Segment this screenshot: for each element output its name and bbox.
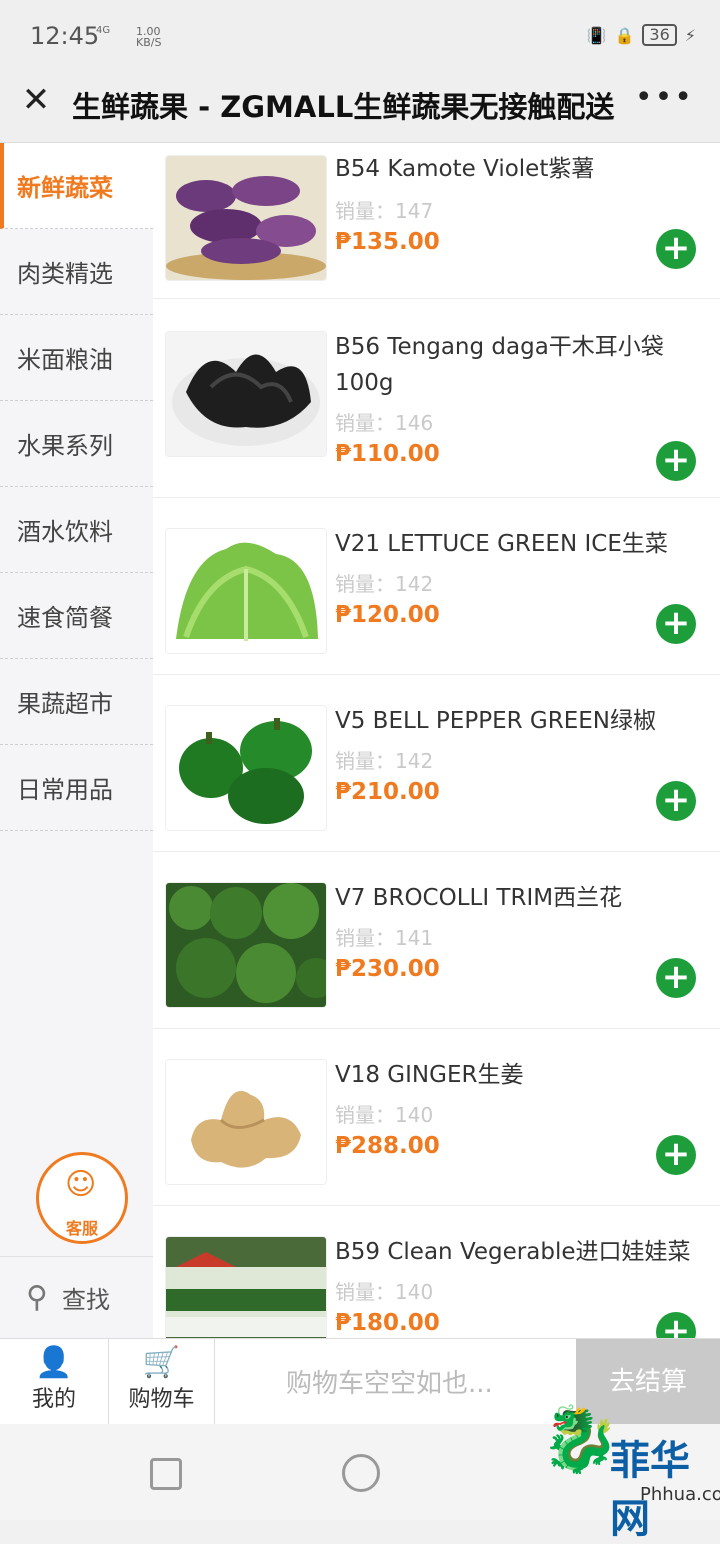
product-price: ₱120.00 <box>335 602 440 628</box>
product-image <box>165 331 327 457</box>
product-item[interactable]: B54 Kamote Violet紫薯 销量：147 ₱135.00 + <box>153 143 720 299</box>
home-icon[interactable] <box>342 1454 380 1492</box>
status-bar: 12:45 4G 1.00 KB/S 📳 🔒 36 ⚡ <box>0 0 720 70</box>
speed-unit: KB/S <box>136 36 162 49</box>
product-name: V5 BELL PEPPER GREEN绿椒 <box>335 708 656 734</box>
cart-icon: 🛒 <box>142 1345 181 1380</box>
product-price: ₱135.00 <box>335 229 440 255</box>
watermark-site: Phhua.com <box>640 1484 720 1505</box>
category-fruit[interactable]: 水果系列 <box>0 401 153 487</box>
category-drinks[interactable]: 酒水饮料 <box>0 487 153 573</box>
product-name: V7 BROCOLLI TRIM西兰花 <box>335 885 623 911</box>
add-to-cart-button[interactable]: + <box>656 1312 696 1338</box>
product-list: B54 Kamote Violet紫薯 销量：147 ₱135.00 + B56… <box>153 143 720 1338</box>
category-fast-food[interactable]: 速食简餐 <box>0 573 153 659</box>
product-item[interactable]: V21 LETTUCE GREEN ICE生菜 销量：142 ₱120.00 + <box>153 498 720 675</box>
product-image <box>165 705 327 831</box>
product-image <box>165 1059 327 1185</box>
product-price: ₱210.00 <box>335 779 440 805</box>
product-item[interactable]: V7 BROCOLLI TRIM西兰花 销量：141 ₱230.00 + <box>153 852 720 1029</box>
add-to-cart-button[interactable]: + <box>656 1135 696 1175</box>
tab-cart-label: 购物车 <box>128 1387 195 1412</box>
product-image <box>165 1236 327 1338</box>
product-name: B56 Tengang daga干木耳小袋100g <box>335 334 664 396</box>
search-icon: ⚲ <box>26 1280 48 1315</box>
customer-service-label: 客服 <box>65 1219 98 1238</box>
search-label: 查找 <box>61 1286 110 1314</box>
product-sales: 销量：142 <box>335 749 434 773</box>
category-meat[interactable]: 肉类精选 <box>0 229 153 315</box>
customer-service-button[interactable]: ☺ 客服 <box>36 1152 128 1244</box>
status-time: 12:45 <box>30 22 100 50</box>
product-sales: 销量：142 <box>335 572 434 596</box>
category-supermarket[interactable]: 果蔬超市 <box>0 659 153 745</box>
add-to-cart-button[interactable]: + <box>656 229 696 269</box>
vibrate-icon: 📳 <box>586 25 607 45</box>
status-icons: 📳 🔒 36 ⚡ <box>587 24 696 46</box>
product-sales: 销量：146 <box>335 411 434 435</box>
product-image <box>165 882 327 1008</box>
product-name: B59 Clean Vegerable进口娃娃菜 <box>335 1239 691 1265</box>
network-speed: 1.00 KB/S <box>136 26 161 48</box>
product-sales: 销量：147 <box>335 199 434 223</box>
product-sales: 销量：140 <box>335 1103 434 1127</box>
product-name: V21 LETTUCE GREEN ICE生菜 <box>335 531 668 557</box>
category-rice-noodle-oil[interactable]: 米面粮油 <box>0 315 153 401</box>
network-indicator: 4G <box>96 25 111 36</box>
add-to-cart-button[interactable]: + <box>656 781 696 821</box>
watermark: 🐉 菲华网 Phhua.com <box>540 1392 720 1542</box>
recent-apps-icon[interactable] <box>150 1458 182 1490</box>
charging-icon: ⚡ <box>684 25 696 45</box>
tab-cart[interactable]: 🛒 购物车 <box>109 1339 215 1425</box>
product-price: ₱180.00 <box>335 1310 440 1336</box>
add-to-cart-button[interactable]: + <box>656 604 696 644</box>
product-image <box>165 528 327 654</box>
product-item[interactable]: V18 GINGER生姜 销量：140 ₱288.00 + <box>153 1029 720 1206</box>
add-to-cart-button[interactable]: + <box>656 441 696 481</box>
category-daily-goods[interactable]: 日常用品 <box>0 745 153 831</box>
product-item[interactable]: B59 Clean Vegerable进口娃娃菜 销量：140 ₱180.00 … <box>153 1206 720 1338</box>
product-name: B54 Kamote Violet紫薯 <box>335 156 595 182</box>
close-icon[interactable]: ✕ <box>18 82 54 118</box>
battery-indicator: 36 <box>642 24 677 46</box>
headset-icon: ☺ <box>65 1167 97 1202</box>
category-fresh-vegetables[interactable]: 新鲜蔬菜 <box>0 143 153 229</box>
product-item[interactable]: B56 Tengang daga干木耳小袋100g 销量：146 ₱110.00… <box>153 299 720 498</box>
lock-rotation-icon: 🔒 <box>614 25 635 45</box>
tab-mine-label: 我的 <box>31 1387 76 1412</box>
dragon-logo-icon: 🐉 <box>540 1403 620 1477</box>
nav-header: ✕ 生鲜蔬果 - ZGMALL生鲜蔬果无接触配送 ••• <box>0 70 720 143</box>
more-icon[interactable]: ••• <box>635 80 694 115</box>
product-sales: 销量：140 <box>335 1280 434 1304</box>
product-item[interactable]: V5 BELL PEPPER GREEN绿椒 销量：142 ₱210.00 + <box>153 675 720 852</box>
page-title: 生鲜蔬果 - ZGMALL生鲜蔬果无接触配送 <box>72 90 615 124</box>
add-to-cart-button[interactable]: + <box>656 958 696 998</box>
user-icon: 👤 <box>35 1345 73 1380</box>
cart-empty-text: 购物车空空如也... <box>286 1369 493 1399</box>
product-price: ₱230.00 <box>335 956 440 982</box>
product-image <box>165 155 327 281</box>
tab-mine[interactable]: 👤 我的 <box>0 1339 109 1425</box>
search-button[interactable]: ⚲ 查找 <box>0 1256 153 1338</box>
product-name: V18 GINGER生姜 <box>335 1062 524 1088</box>
product-price: ₱288.00 <box>335 1133 440 1159</box>
product-price: ₱110.00 <box>335 441 440 467</box>
product-sales: 销量：141 <box>335 926 434 950</box>
